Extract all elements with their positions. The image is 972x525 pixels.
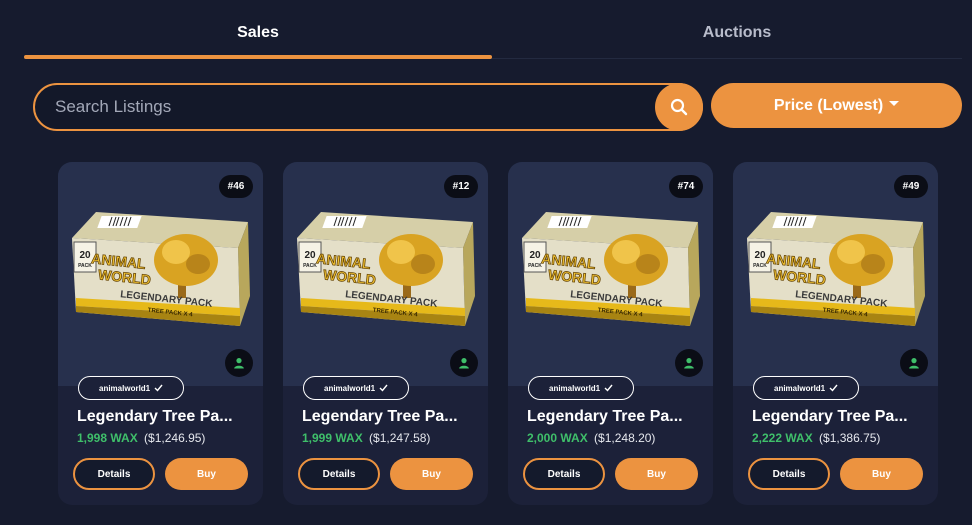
pack-image: 20 PACK ANIMAL WORLD LEGENDARY PACK TREE… <box>72 212 250 326</box>
collection-tag[interactable]: animalworld1 <box>528 376 635 400</box>
search-bar <box>33 83 703 131</box>
mint-number-badge: #74 <box>669 175 703 198</box>
listing-card[interactable]: 20 PACK ANIMAL WORLD LEGENDARY PACK TREE… <box>508 162 713 505</box>
verified-check-icon <box>604 384 613 392</box>
verified-check-icon <box>829 384 838 392</box>
owner-button[interactable] <box>675 349 703 377</box>
listing-price: 1,999 WAX ($1,247.58) <box>302 431 430 445</box>
price-wax: 2,000 WAX <box>527 431 588 445</box>
details-button[interactable]: Details <box>523 458 605 490</box>
listing-name: Legendary Tree Pa... <box>752 408 908 425</box>
listing-card[interactable]: 20 PACK ANIMAL WORLD LEGENDARY PACK TREE… <box>733 162 938 505</box>
collection-tag[interactable]: animalworld1 <box>78 376 185 400</box>
listing-price: 1,998 WAX ($1,246.95) <box>77 431 205 445</box>
buy-button[interactable]: Buy <box>165 458 248 490</box>
owner-button[interactable] <box>225 349 253 377</box>
sort-dropdown[interactable]: Price (Lowest) <box>711 83 962 128</box>
details-button[interactable]: Details <box>748 458 830 490</box>
listing-tabs: Sales Auctions <box>24 0 962 60</box>
listing-name: Legendary Tree Pa... <box>527 408 683 425</box>
mint-number-badge: #46 <box>219 175 253 198</box>
verified-check-icon <box>379 384 388 392</box>
search-button[interactable] <box>655 83 703 131</box>
user-icon <box>234 358 244 369</box>
search-input[interactable] <box>55 85 655 129</box>
pack-count: 20 <box>304 250 316 261</box>
collection-tag[interactable]: animalworld1 <box>753 376 860 400</box>
search-icon <box>670 98 688 116</box>
mint-number-badge: #12 <box>444 175 478 198</box>
pack-count: 20 <box>754 250 766 261</box>
verified-check-icon <box>154 384 163 392</box>
listing-price: 2,000 WAX ($1,248.20) <box>527 431 655 445</box>
pack-image: 20 PACK ANIMAL WORLD LEGENDARY PACK TREE… <box>297 212 475 326</box>
owner-button[interactable] <box>900 349 928 377</box>
sort-label: Price (Lowest) <box>773 96 884 114</box>
price-wax: 1,999 WAX <box>302 431 363 445</box>
pack-image: 20 PACK ANIMAL WORLD LEGENDARY PACK TREE… <box>522 212 700 326</box>
pack-count: 20 <box>529 250 541 261</box>
price-usd: ($1,386.75) <box>819 431 881 445</box>
user-icon <box>909 358 919 369</box>
card-image-area: 20 PACK ANIMAL WORLD LEGENDARY PACK TREE… <box>508 162 713 386</box>
price-usd: ($1,247.58) <box>369 431 431 445</box>
pack-image: 20 PACK ANIMAL WORLD LEGENDARY PACK TREE… <box>747 212 925 326</box>
active-tab-indicator <box>24 55 492 59</box>
mint-number-badge: #49 <box>894 175 928 198</box>
buy-button[interactable]: Buy <box>615 458 698 490</box>
user-icon <box>459 358 469 369</box>
price-usd: ($1,248.20) <box>594 431 656 445</box>
listing-name: Legendary Tree Pa... <box>302 408 458 425</box>
price-usd: ($1,246.95) <box>144 431 206 445</box>
chevron-down-icon <box>889 101 900 106</box>
collection-tag[interactable]: animalworld1 <box>303 376 410 400</box>
details-button[interactable]: Details <box>298 458 380 490</box>
card-image-area: 20 PACK ANIMAL WORLD LEGENDARY PACK TREE… <box>733 162 938 386</box>
collection-name: animalworld1 <box>549 383 601 393</box>
listing-price: 2,222 WAX ($1,386.75) <box>752 431 880 445</box>
card-image-area: 20 PACK ANIMAL WORLD LEGENDARY PACK TREE… <box>283 162 488 386</box>
pack-count: 20 <box>79 250 91 261</box>
listing-card[interactable]: 20 PACK ANIMAL WORLD LEGENDARY PACK TREE… <box>58 162 263 505</box>
user-icon <box>684 358 694 369</box>
listing-name: Legendary Tree Pa... <box>77 408 233 425</box>
listing-card[interactable]: 20 PACK ANIMAL WORLD LEGENDARY PACK TREE… <box>283 162 488 505</box>
collection-name: animalworld1 <box>774 383 826 393</box>
price-wax: 1,998 WAX <box>77 431 138 445</box>
owner-button[interactable] <box>450 349 478 377</box>
collection-name: animalworld1 <box>99 383 151 393</box>
buy-button[interactable]: Buy <box>390 458 473 490</box>
tab-auctions[interactable]: Auctions <box>502 24 972 58</box>
card-image-area: 20 PACK ANIMAL WORLD LEGENDARY PACK TREE… <box>58 162 263 386</box>
details-button[interactable]: Details <box>73 458 155 490</box>
tab-sales[interactable]: Sales <box>24 24 492 58</box>
price-wax: 2,222 WAX <box>752 431 813 445</box>
buy-button[interactable]: Buy <box>840 458 923 490</box>
collection-name: animalworld1 <box>324 383 376 393</box>
